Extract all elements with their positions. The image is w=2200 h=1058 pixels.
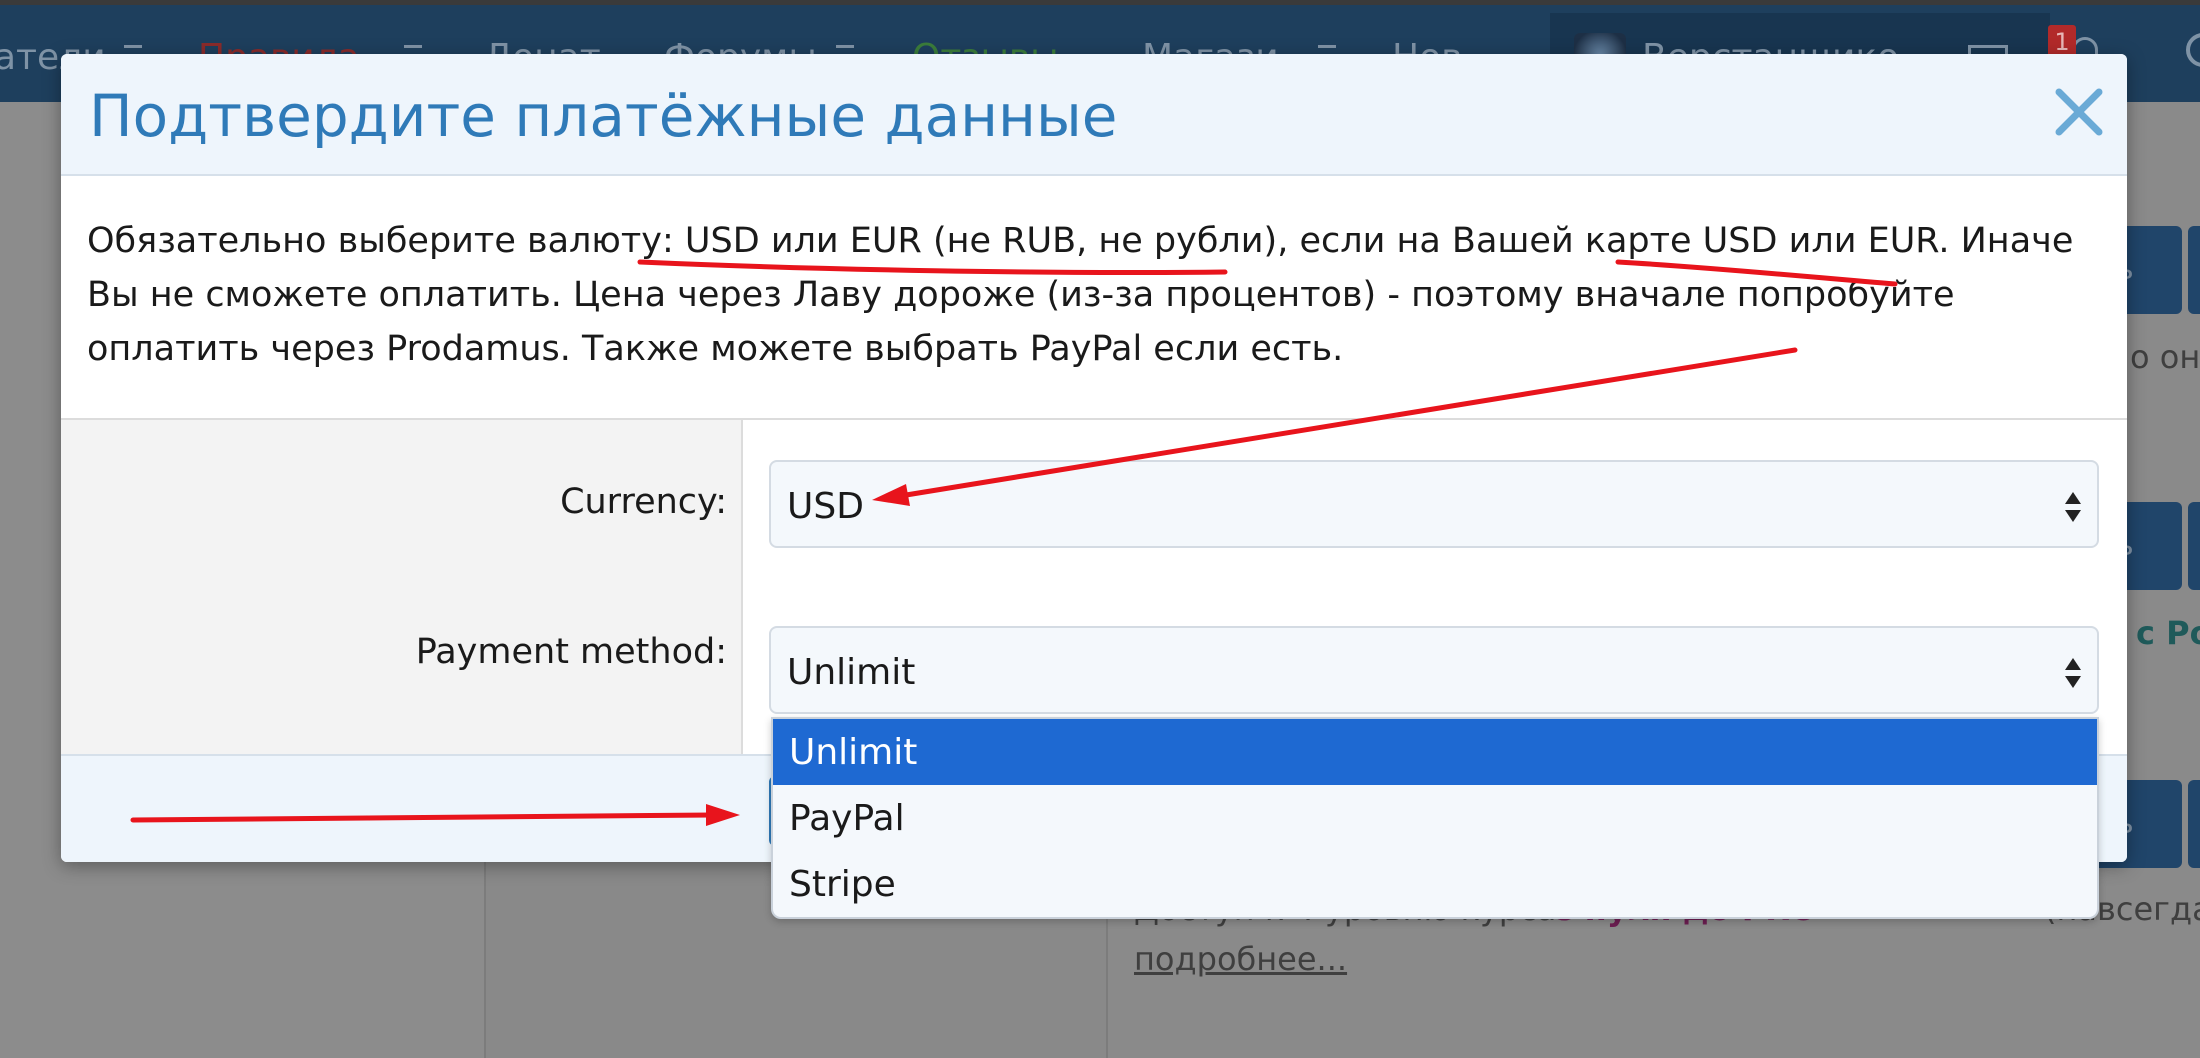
dropdown-option-label: PayPal: [789, 798, 905, 839]
dialog-title: Подтвердите платёжные данные: [89, 82, 1118, 150]
dropdown-option-stripe[interactable]: Stripe: [773, 851, 2097, 917]
payment-method-select-value: Unlimit: [787, 652, 916, 693]
currency-select[interactable]: USD: [769, 460, 2099, 548]
payment-method-label: Payment method:: [415, 632, 727, 672]
nav-dropdown-icon: [836, 45, 854, 48]
close-icon[interactable]: [2051, 84, 2107, 140]
bg-action-button[interactable]: [2188, 502, 2200, 590]
search-icon[interactable]: [2186, 33, 2200, 67]
currency-label: Currency:: [560, 482, 727, 522]
bg-action-button[interactable]: [2188, 780, 2200, 868]
dropdown-option-label: Stripe: [789, 864, 896, 905]
bg-action-button[interactable]: [2188, 226, 2200, 314]
payment-method-dropdown: Unlimit PayPal Stripe: [771, 717, 2099, 919]
select-arrows-icon: [2065, 658, 2081, 688]
dropdown-option-label: Unlimit: [789, 732, 918, 773]
nav-dropdown-icon: [404, 45, 422, 48]
nav-dropdown-icon: [1318, 45, 1336, 48]
select-arrows-icon: [2065, 492, 2081, 522]
bg-text-fragment: о он: [2130, 338, 2200, 376]
dropdown-option-unlimit[interactable]: Unlimit: [773, 719, 2097, 785]
currency-notice: Обязательно выберите валюту: USD или EUR…: [87, 221, 2074, 369]
dialog-header: Подтвердите платёжные данные: [61, 54, 2127, 176]
dropdown-option-paypal[interactable]: PayPal: [773, 785, 2097, 851]
form-labels-column: [61, 420, 743, 756]
bg-text-fragment: с Ро: [2136, 614, 2200, 652]
payment-method-select[interactable]: Unlimit: [769, 626, 2099, 714]
payment-form: Currency: USD Payment method: Unlimit: [61, 418, 2127, 756]
currency-select-value: USD: [787, 486, 864, 527]
more-link[interactable]: подробнее...: [1134, 940, 1347, 978]
nav-dropdown-icon: [124, 45, 142, 48]
